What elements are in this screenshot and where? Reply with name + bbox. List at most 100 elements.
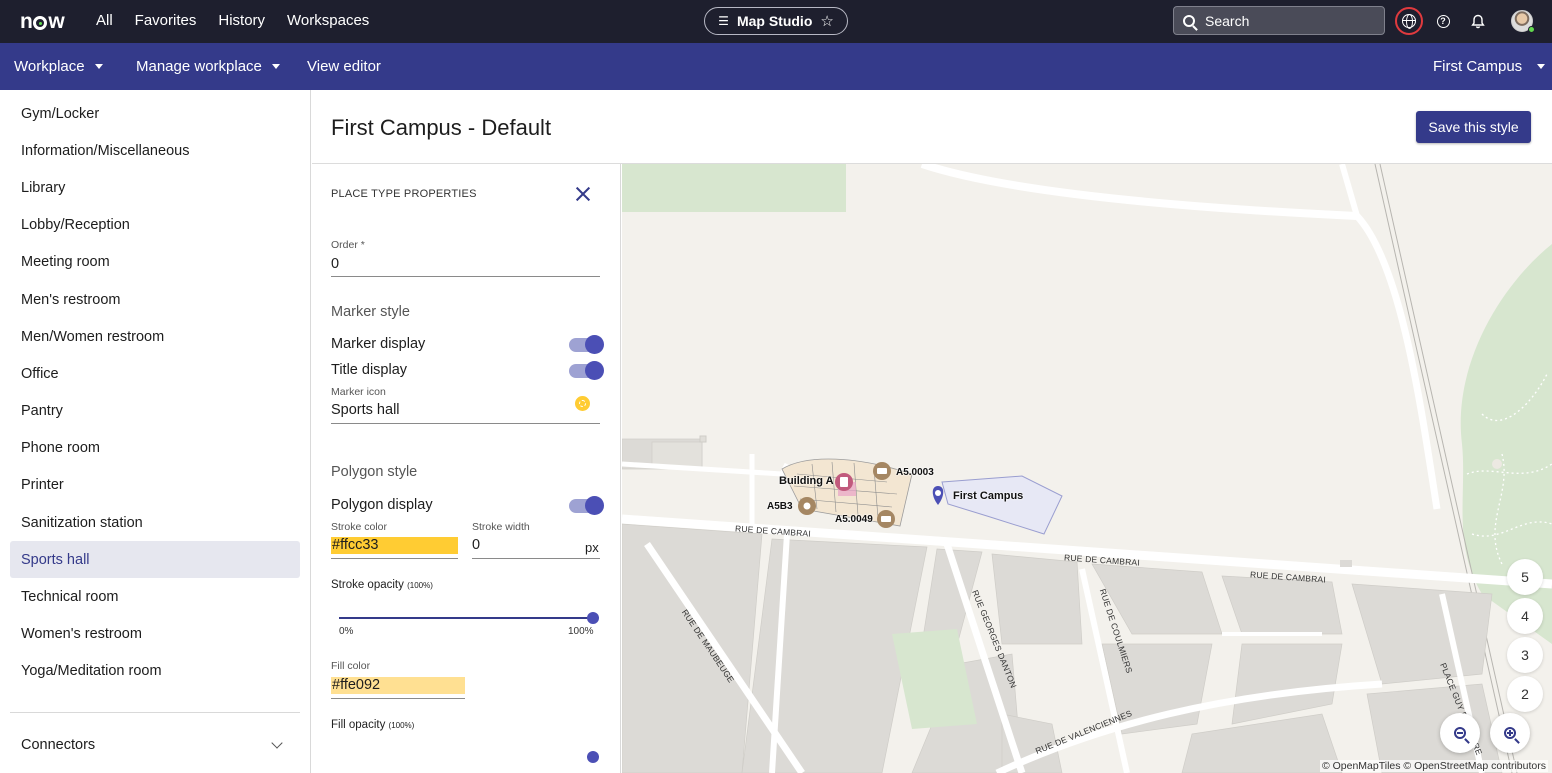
fill-color-underline [331,698,465,699]
nav-workspaces[interactable]: Workspaces [287,12,369,29]
stroke-width-unit: px [585,540,599,555]
help-icon: ? [1436,14,1450,28]
nav-all[interactable]: All [96,12,113,29]
place-type-item[interactable]: Printer [10,467,300,504]
order-field-underline [331,276,600,277]
zoom-out-icon [1454,727,1466,739]
sidebar-divider [10,712,300,713]
zoom-in-icon [1504,727,1516,739]
manage-workplace-menu[interactable]: Manage workplace [136,58,280,75]
star-icon[interactable]: ☆ [820,12,833,30]
place-type-list: Gym/Locker Information/Miscellaneous Lib… [10,95,300,690]
place-type-item[interactable]: Information/Miscellaneous [10,132,300,169]
stroke-color-underline [331,558,458,559]
map-drawing [622,164,1552,773]
floor-button-5[interactable]: 5 [1507,559,1543,595]
title-display-toggle[interactable] [569,361,604,380]
polygon-style-heading: Polygon style [331,464,418,480]
page-title: First Campus - Default [331,115,552,140]
nav-favorites[interactable]: Favorites [135,12,197,29]
workplace-nav-bar: Workplace Manage workplace View editor F… [0,43,1552,90]
map-canvas[interactable]: Building A A5.0003 A5B3 A5.0049 First Ca… [622,164,1552,773]
stroke-opacity-slider-knob[interactable] [587,612,599,624]
top-nav: All Favorites History Workspaces [96,12,369,29]
floor-button-3[interactable]: 3 [1507,637,1543,673]
place-type-item[interactable]: Office [10,355,300,392]
search-placeholder: Search [1205,12,1250,29]
campus-selector-label: First Campus [1433,58,1523,75]
stroke-opacity-slider-track[interactable] [339,617,593,619]
stroke-opacity-heading: Stroke opacity (100%) [331,579,433,591]
fill-color-label: Fill color [331,660,371,672]
notifications-button[interactable] [1465,8,1491,34]
map-label-a5b3: A5B3 [767,501,793,512]
app-title: Map Studio [736,13,813,29]
place-type-item[interactable]: Meeting room [10,244,300,281]
close-icon[interactable] [575,186,591,202]
marker-icon-field[interactable]: Sports hall [331,402,400,418]
campus-selector[interactable]: First Campus [1433,58,1546,75]
search-icon [1183,14,1195,27]
place-type-item[interactable]: Technical room [10,578,300,615]
zoom-out-button[interactable] [1440,713,1480,753]
marker-icon-underline [331,423,600,424]
connectors-section-toggle[interactable]: Connectors [21,737,283,753]
chevron-down-icon [271,737,283,749]
app-title-chip[interactable]: ☰ Map Studio ☆ [704,7,848,35]
sports-hall-icon[interactable] [575,396,590,411]
presence-indicator [1528,26,1535,33]
place-type-item[interactable]: Women's restroom [10,616,300,653]
place-type-item-selected[interactable]: Sports hall [10,541,300,579]
caret-down-icon [94,64,103,69]
stroke-color-field[interactable]: #ffcc33 [331,537,458,554]
stroke-width-underline [472,558,600,559]
workplace-menu[interactable]: Workplace [14,58,103,75]
place-type-item[interactable]: Men/Women restroom [10,318,300,355]
map-label-a5003: A5.0003 [896,467,934,478]
search-input[interactable]: Search [1173,6,1385,35]
place-type-item[interactable]: Phone room [10,430,300,467]
stroke-width-field[interactable]: 0 [472,537,480,553]
title-display-label: Title display [331,362,408,378]
marker-display-toggle[interactable] [569,335,604,354]
marker-style-heading: Marker style [331,304,410,320]
slider-min-label: 0% [339,626,354,637]
zoom-in-button[interactable] [1490,713,1530,753]
top-bar: nw All Favorites History Workspaces ☰ Ma… [0,0,1552,43]
workplace-menu-label: Workplace [14,58,85,75]
view-editor-link[interactable]: View editor [307,58,381,75]
order-field[interactable]: 0 [331,256,339,272]
help-button[interactable]: ? [1430,8,1456,34]
map-label-first-campus: First Campus [953,490,1024,502]
place-type-item[interactable]: Pantry [10,393,300,430]
bell-icon [1471,14,1485,28]
polygon-display-toggle[interactable] [569,496,604,515]
floor-button-4[interactable]: 4 [1507,598,1543,634]
place-type-item[interactable]: Men's restroom [10,281,300,318]
nav-history[interactable]: History [218,12,265,29]
stroke-color-label: Stroke color [331,521,388,533]
polygon-display-label: Polygon display [331,497,433,513]
fill-opacity-hint: (100%) [388,721,415,730]
globe-icon [1402,14,1416,29]
servicenow-logo[interactable]: nw [20,10,65,34]
floor-button-2[interactable]: 2 [1507,676,1543,712]
park-area [622,164,846,212]
slider-max-label: 100% [568,626,594,637]
place-type-item[interactable]: Library [10,169,300,206]
place-type-item[interactable]: Gym/Locker [10,95,300,132]
map-label-building-a: Building A [779,475,834,487]
map-label-a50049: A5.0049 [835,514,873,525]
order-label: Order * [331,239,365,251]
fill-color-field[interactable]: #ffe092 [331,677,465,694]
fill-opacity-label: Fill opacity [331,719,386,731]
place-type-sidebar: Gym/Locker Information/Miscellaneous Lib… [0,90,311,773]
stroke-width-label: Stroke width [472,521,530,533]
fill-opacity-slider-knob[interactable] [587,751,599,763]
place-type-item[interactable]: Yoga/Meditation room [10,653,300,690]
save-style-button[interactable]: Save this style [1416,111,1531,143]
place-type-item[interactable]: Sanitization station [10,504,300,541]
language-button[interactable] [1395,7,1423,35]
map-attribution[interactable]: © OpenMapTiles © OpenStreetMap contribut… [1319,760,1548,772]
place-type-item[interactable]: Lobby/Reception [10,207,300,244]
